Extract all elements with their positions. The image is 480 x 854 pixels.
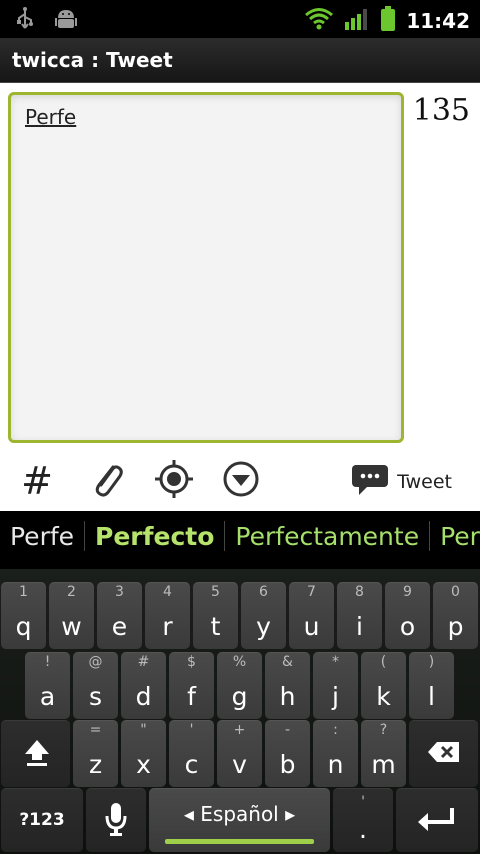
key-f[interactable]: $ f bbox=[169, 652, 214, 719]
enter-icon bbox=[416, 806, 458, 838]
key-a[interactable]: ! a bbox=[25, 652, 70, 719]
compose-area: Perfe 135 # Tweet bbox=[0, 83, 480, 511]
key-o[interactable]: 9o bbox=[385, 582, 430, 649]
key-w[interactable]: 2w bbox=[49, 582, 94, 649]
key-z[interactable]: = z bbox=[73, 720, 118, 787]
key-k[interactable]: (k bbox=[361, 652, 406, 719]
key-b[interactable]: -b bbox=[265, 720, 310, 787]
suggestion-bar: Perfe Perfecto Perfectamente Perfe bbox=[0, 511, 480, 569]
key-p[interactable]: 0p bbox=[433, 582, 478, 649]
language-indicator bbox=[165, 839, 314, 844]
backspace-icon bbox=[427, 740, 461, 768]
wifi-icon bbox=[304, 7, 334, 35]
key-m[interactable]: ? m bbox=[361, 720, 406, 787]
key-j[interactable]: * j bbox=[313, 652, 358, 719]
key-v[interactable]: + v bbox=[217, 720, 262, 787]
location-button[interactable] bbox=[151, 459, 197, 503]
symbols-key-label: ?123 bbox=[19, 810, 65, 830]
suggestion-typed[interactable]: Perfe bbox=[10, 522, 84, 551]
suggestion-item[interactable]: Perfe bbox=[430, 522, 480, 551]
voice-input-key[interactable] bbox=[86, 788, 146, 852]
android-debug-icon bbox=[54, 6, 78, 36]
suggestion-item[interactable]: Perfectamente bbox=[225, 522, 429, 551]
key-d[interactable]: # d bbox=[121, 652, 166, 719]
hashtag-icon: # bbox=[21, 459, 53, 503]
key-g[interactable]: % g bbox=[217, 652, 262, 719]
app-title: twicca : Tweet bbox=[12, 48, 173, 72]
key-i[interactable]: 8i bbox=[337, 582, 382, 649]
tweet-text: Perfe bbox=[25, 105, 77, 129]
shift-key[interactable] bbox=[1, 720, 70, 787]
key-u[interactable]: 7u bbox=[289, 582, 334, 649]
soft-keyboard: 1q 2w 3e 4r 5t 6y 7u 8i 9o 0p ! a @ s # d $… bbox=[0, 569, 480, 854]
signal-icon bbox=[344, 7, 370, 35]
key-n[interactable]: :n bbox=[313, 720, 358, 787]
shift-icon bbox=[23, 738, 51, 772]
suggestion-primary[interactable]: Perfecto bbox=[85, 522, 224, 551]
microphone-icon bbox=[105, 802, 127, 842]
dropdown-icon bbox=[221, 459, 261, 503]
key-r[interactable]: 4r bbox=[145, 582, 190, 649]
compose-toolbar: # Tweet bbox=[0, 453, 480, 509]
spacebar-key[interactable]: ◂ Español ▸ bbox=[149, 788, 330, 852]
enter-key[interactable] bbox=[396, 788, 478, 852]
character-count: 135 bbox=[412, 93, 470, 128]
battery-icon bbox=[380, 6, 396, 36]
key-t[interactable]: 5t bbox=[193, 582, 238, 649]
attach-button[interactable] bbox=[84, 459, 130, 503]
tweet-button[interactable]: Tweet bbox=[351, 463, 452, 501]
location-icon bbox=[153, 458, 195, 504]
key-l[interactable]: ) l bbox=[409, 652, 454, 719]
key-s[interactable]: @ s bbox=[73, 652, 118, 719]
speech-bubble-icon bbox=[351, 463, 389, 501]
usb-icon bbox=[14, 6, 36, 36]
tweet-input[interactable]: Perfe bbox=[8, 92, 404, 443]
more-options-button[interactable] bbox=[218, 459, 264, 503]
period-key[interactable]: ' . bbox=[333, 788, 393, 852]
status-bar: 11:42 bbox=[0, 0, 480, 38]
backspace-key[interactable] bbox=[409, 720, 478, 787]
title-bar: twicca : Tweet bbox=[0, 38, 480, 83]
key-q[interactable]: 1q bbox=[1, 582, 46, 649]
symbols-key[interactable]: ?123 bbox=[1, 788, 83, 852]
key-x[interactable]: " x bbox=[121, 720, 166, 787]
tweet-button-label: Tweet bbox=[397, 471, 452, 493]
attach-icon bbox=[87, 459, 127, 503]
key-h[interactable]: & h bbox=[265, 652, 310, 719]
key-y[interactable]: 6y bbox=[241, 582, 286, 649]
hashtag-button[interactable]: # bbox=[14, 459, 60, 503]
language-label: ◂ Español ▸ bbox=[183, 802, 296, 826]
key-e[interactable]: 3e bbox=[97, 582, 142, 649]
key-c[interactable]: ' c bbox=[169, 720, 214, 787]
status-time: 11:42 bbox=[406, 9, 470, 33]
